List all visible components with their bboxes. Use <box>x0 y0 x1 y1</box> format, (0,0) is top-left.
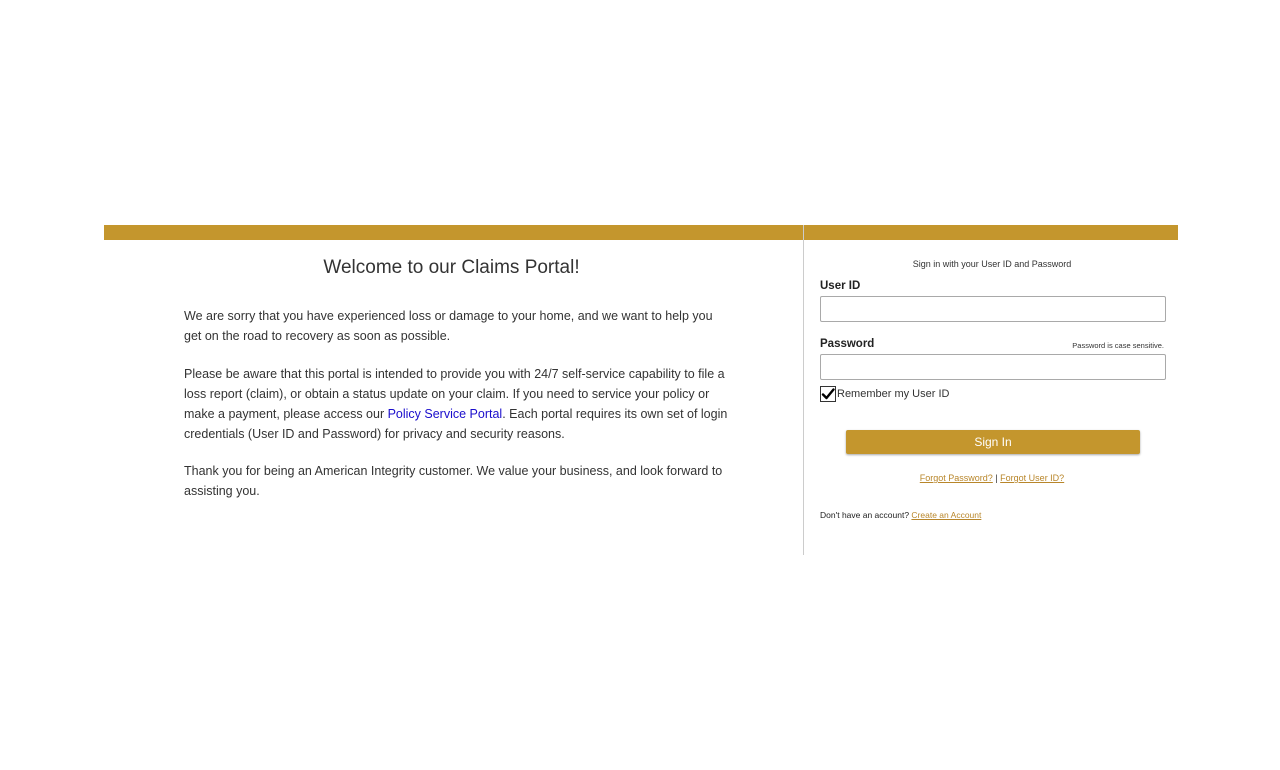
intro-paragraph-3: Thank you for being an American Integrit… <box>184 464 723 498</box>
remember-userid-checkbox[interactable] <box>820 386 836 402</box>
intro-paragraph-2: Please be aware that this portal is inte… <box>184 364 729 444</box>
checkmark-icon <box>821 388 835 400</box>
no-account-text: Don't have an account? <box>820 510 912 520</box>
password-input[interactable] <box>820 354 1166 380</box>
userid-label: User ID <box>820 280 861 292</box>
password-label: Password <box>820 338 875 350</box>
policy-service-portal-link[interactable]: Policy Service Portal <box>388 407 503 421</box>
page-title: Welcome to our Claims Portal! <box>323 257 580 278</box>
remember-userid-row: Remember my User ID <box>820 385 949 403</box>
create-account-link[interactable]: Create an Account <box>911 510 981 520</box>
forgot-links-row: Forgot Password? | Forgot User ID? <box>804 473 1180 483</box>
create-account-row: Don't have an account? Create an Account <box>820 510 981 520</box>
welcome-panel: Welcome to our Claims Portal! We are sor… <box>104 225 804 555</box>
remember-userid-label: Remember my User ID <box>837 388 950 400</box>
intro-paragraph-1: We are sorry that you have experienced l… <box>184 309 713 343</box>
case-sensitive-note: Password is case sensitive. <box>1072 341 1164 350</box>
claims-portal-frame: Welcome to our Claims Portal! We are sor… <box>104 225 1178 555</box>
login-panel: Sign in with your User ID and Password U… <box>804 225 1178 555</box>
right-header-bar <box>804 225 1178 240</box>
userid-input[interactable] <box>820 296 1166 322</box>
forgot-userid-link[interactable]: Forgot User ID? <box>1000 473 1064 483</box>
left-header-bar <box>104 225 803 240</box>
forgot-password-link[interactable]: Forgot Password? <box>920 473 993 483</box>
sign-in-button[interactable]: Sign In <box>846 430 1140 454</box>
signin-heading: Sign in with your User ID and Password <box>912 259 1072 269</box>
